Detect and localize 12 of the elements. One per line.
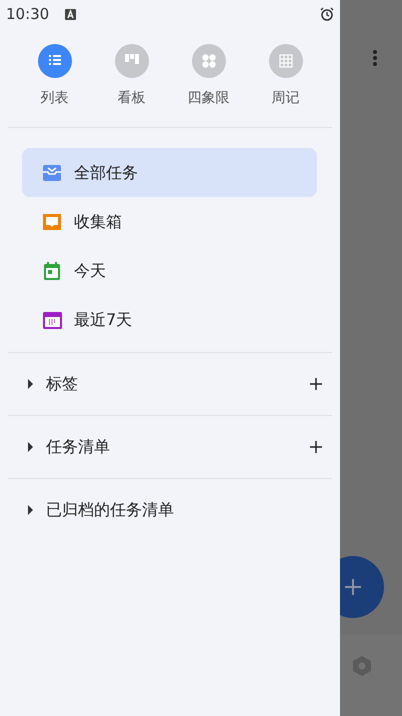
view-tab[interactable]: 四象限 [178, 44, 238, 109]
view-tab[interactable]: 列表 [24, 44, 84, 109]
section-header[interactable]: 标签 [46, 372, 78, 396]
smart-list-item[interactable]: 收集箱 [22, 197, 317, 246]
view-tab[interactable]: 周记 [256, 44, 316, 109]
smart-list-item[interactable]: 最近7天 [22, 295, 317, 344]
smart-list-item[interactable]: 全部任务 [22, 148, 317, 197]
smart-list-item[interactable]: 今天 [22, 246, 317, 295]
view-tab[interactable]: 看板 [102, 44, 162, 109]
section-header[interactable]: 任务清单 [46, 435, 110, 459]
status-time: 10:30 [6, 4, 50, 25]
section-header[interactable]: 已归档的任务清单 [46, 498, 174, 522]
